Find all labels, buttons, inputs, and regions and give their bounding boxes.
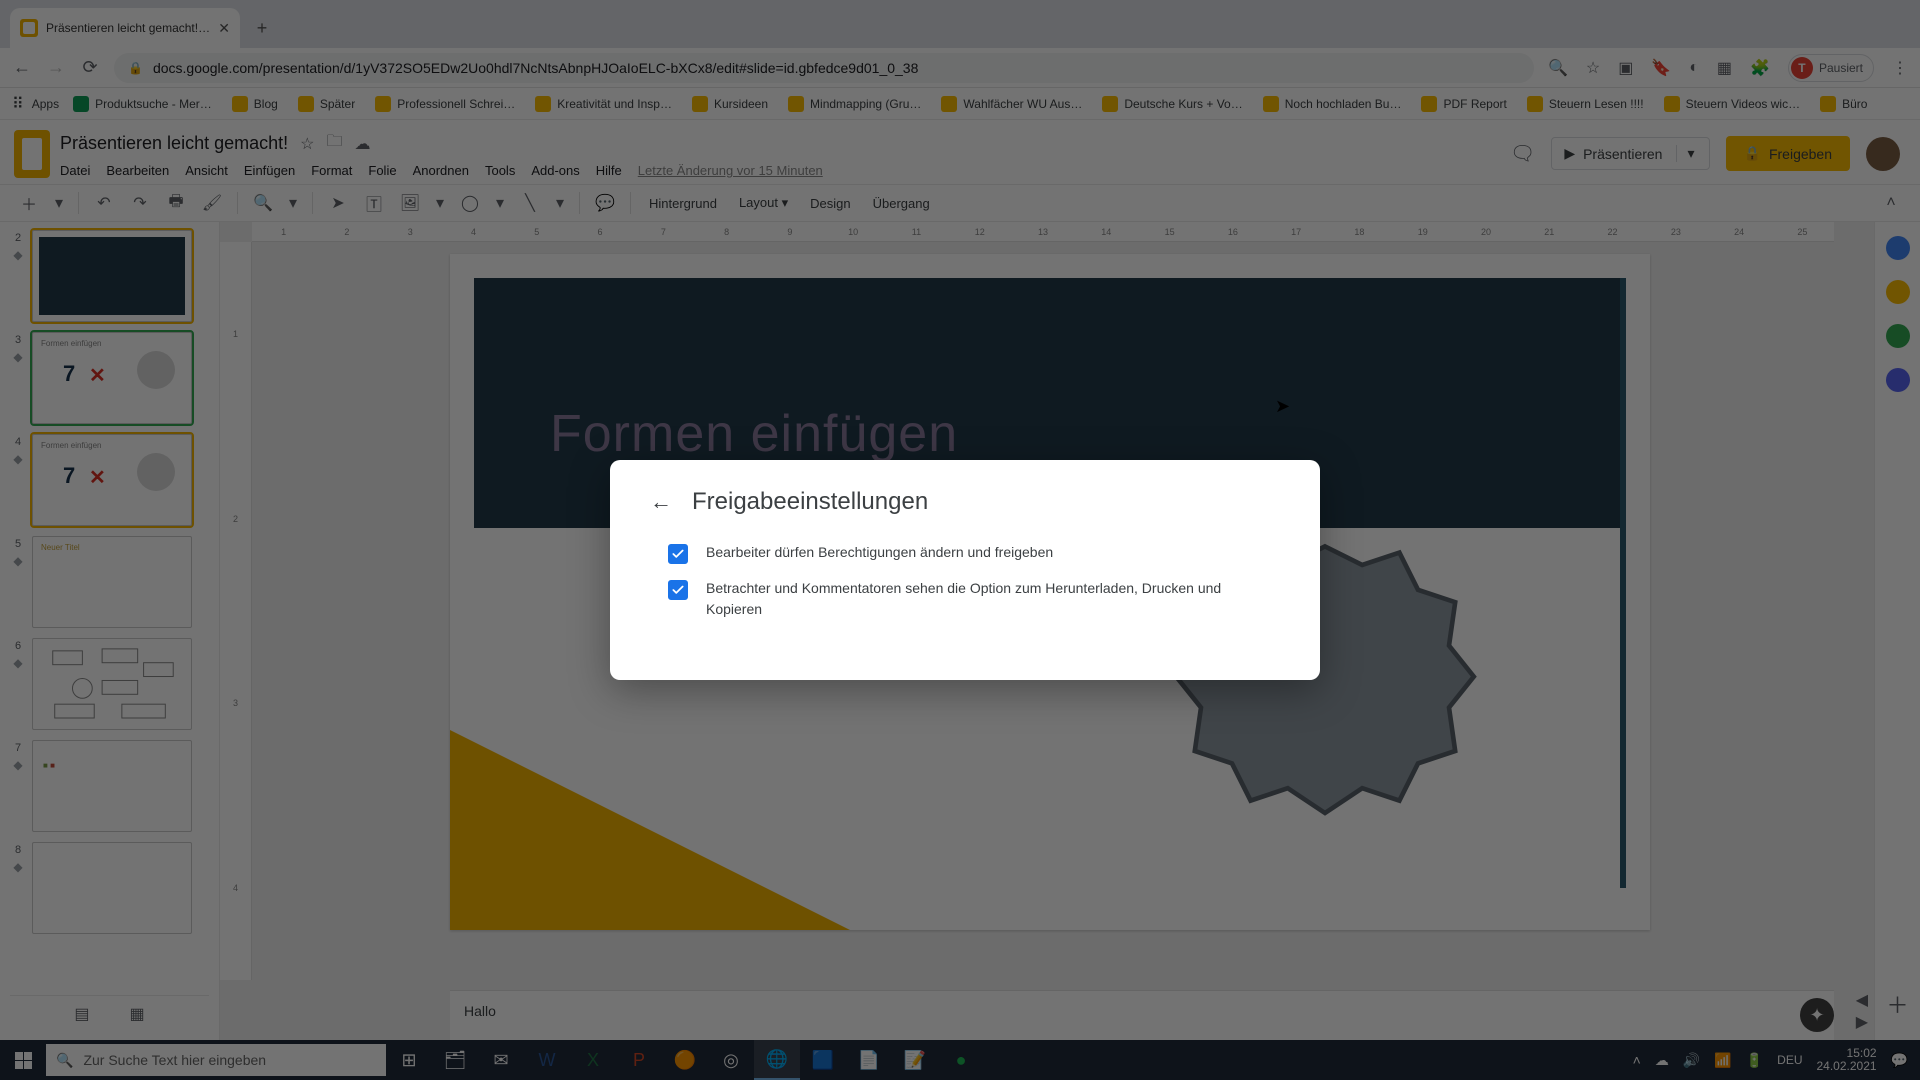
dialog-back-icon[interactable]: ← xyxy=(650,489,672,515)
checkbox-label: Bearbeiter dürfen Berechtigungen ändern … xyxy=(706,542,1053,563)
dialog-title: Freigabeeinstellungen xyxy=(692,488,928,516)
checkbox-editors-can-share[interactable] xyxy=(668,544,688,564)
checkbox-label: Betrachter und Kommentatoren sehen die O… xyxy=(706,578,1280,620)
share-settings-dialog: ← Freigabeeinstellungen Bearbeiter dürfe… xyxy=(610,460,1320,680)
checkbox-viewers-can-download[interactable] xyxy=(668,580,688,600)
mouse-cursor: ➤ xyxy=(1275,396,1290,417)
